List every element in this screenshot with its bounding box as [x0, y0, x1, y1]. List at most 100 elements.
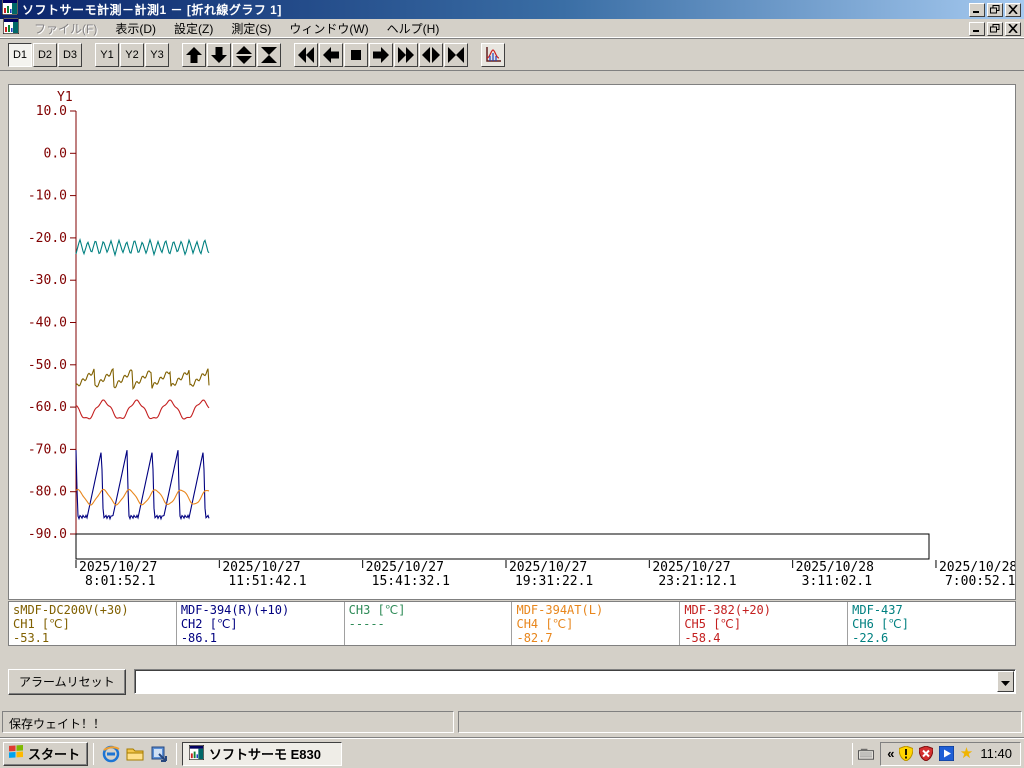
close-button[interactable]: [1005, 3, 1021, 17]
taskbar-app-label: ソフトサーモ E830: [209, 744, 321, 763]
x-tick-time: 19:31:22.1: [515, 574, 593, 589]
x-tick-date: 2025/10/28: [796, 560, 874, 575]
start-button[interactable]: スタート: [3, 742, 88, 766]
toolbar-button-y2[interactable]: Y2: [120, 43, 144, 67]
toolbar-button-d2[interactable]: D2: [33, 43, 57, 67]
legend-ch1: sMDF-DC200V(+30)CH1 [℃]-53.1: [9, 602, 177, 645]
line-graph-panel: Y110.00.0-10.0-20.0-30.0-40.0-50.0-60.0-…: [8, 84, 1016, 600]
y-tick-label: -40.0: [28, 316, 67, 331]
channel-unit: CH4 [℃]: [516, 617, 675, 631]
favorites-star-icon[interactable]: ★: [958, 746, 974, 762]
toolbar-button-y1[interactable]: Y1: [95, 43, 119, 67]
channel-unit: CH2 [℃]: [181, 617, 340, 631]
app-icon: [2, 0, 18, 20]
application-window: ソフトサーモ計測－計測1 － [折れ線グラフ 1]: [0, 0, 1024, 768]
down-arrow-icon: [210, 46, 228, 64]
toolbar-button-d3[interactable]: D3: [58, 43, 82, 67]
app-icon: [189, 745, 204, 763]
y-tick-label: 0.0: [44, 146, 67, 161]
stop-button[interactable]: [344, 43, 368, 67]
channel-value: -----: [349, 617, 508, 631]
line-graph: Y110.00.0-10.0-20.0-30.0-40.0-50.0-60.0-…: [9, 85, 1015, 599]
x-tick-date: 2025/10/27: [652, 560, 730, 575]
document-chart-icon[interactable]: [3, 18, 19, 39]
collapse-horizontal-button[interactable]: [444, 43, 468, 67]
fast-forward-button[interactable]: [394, 43, 418, 67]
child-restore-button[interactable]: [987, 22, 1003, 36]
channel-unit: CH3 [℃]: [349, 603, 508, 617]
scroll-up-button[interactable]: [182, 43, 206, 67]
alarm-combobox[interactable]: [134, 669, 1016, 694]
up-arrow-icon: [185, 46, 203, 64]
keyboard-icon[interactable]: [858, 746, 874, 762]
x-tick-date: 2025/10/27: [79, 560, 157, 575]
sensor-name: sMDF-DC200V(+30): [13, 603, 172, 617]
channel-value: -58.4: [684, 631, 843, 645]
ie-icon[interactable]: [101, 744, 121, 764]
outlook-icon[interactable]: [149, 744, 169, 764]
graph-settings-button[interactable]: [481, 43, 505, 67]
y-tick-label: -10.0: [28, 189, 67, 204]
taskbar-separator: [176, 743, 177, 765]
channel-value: -82.7: [516, 631, 675, 645]
left-arrow-icon: [322, 46, 340, 64]
taskbar-clock: 11:40: [978, 746, 1014, 761]
media-player-icon[interactable]: [938, 746, 954, 762]
status-bar: 保存ウェイト！！: [2, 711, 1022, 735]
start-button-label: スタート: [28, 744, 80, 763]
y-axis-label: Y1: [57, 90, 73, 105]
expand-vertical-button[interactable]: [232, 43, 256, 67]
alarm-reset-button[interactable]: アラームリセット: [8, 669, 126, 695]
folder-icon[interactable]: [125, 744, 145, 764]
graph-workspace: Y110.00.0-10.0-20.0-30.0-40.0-50.0-60.0-…: [0, 71, 1024, 738]
collapse-vertical-button[interactable]: [257, 43, 281, 67]
child-close-button[interactable]: [1005, 22, 1021, 36]
taskbar-app-button[interactable]: ソフトサーモ E830: [182, 742, 342, 766]
taskbar-separator: [93, 743, 94, 765]
series-ch2: [76, 450, 209, 519]
fast-rewind-button[interactable]: [294, 43, 318, 67]
window-title: ソフトサーモ計測－計測1 － [折れ線グラフ 1]: [22, 1, 969, 18]
toolbar-button-y3[interactable]: Y3: [145, 43, 169, 67]
menu-item-ヘルプ[interactable]: ヘルプ(H): [378, 18, 449, 39]
menu-item-設定[interactable]: 設定(Z): [165, 18, 222, 39]
child-minimize-button[interactable]: [969, 22, 985, 36]
minimize-button[interactable]: [969, 3, 985, 17]
step-right-button[interactable]: [369, 43, 393, 67]
channel-unit: CH1 [℃]: [13, 617, 172, 631]
collapse-vertical-icon: [260, 46, 278, 64]
x-tick-time: 15:41:32.1: [372, 574, 450, 589]
x-tick-date: 2025/10/27: [509, 560, 587, 575]
y-tick-label: -80.0: [28, 485, 67, 500]
legend-ch3: CH3 [℃]-----: [345, 602, 513, 645]
x-tick-date: 2025/10/27: [366, 560, 444, 575]
expand-horizontal-icon: [422, 46, 440, 64]
scroll-down-button[interactable]: [207, 43, 231, 67]
antivirus-icon[interactable]: [918, 746, 934, 762]
step-left-button[interactable]: [319, 43, 343, 67]
y-tick-label: -90.0: [28, 527, 67, 542]
status-message: 保存ウェイト！！: [2, 711, 454, 733]
menu-item-表示[interactable]: 表示(D): [106, 18, 165, 39]
combobox-dropdown-button[interactable]: [997, 671, 1014, 692]
sensor-name: MDF-394AT(L): [516, 603, 675, 617]
chevron-down-icon: [1001, 673, 1010, 691]
stop-square-icon: [347, 46, 365, 64]
x-tick-time: 3:11:02.1: [802, 574, 872, 589]
double-left-icon: [297, 46, 315, 64]
menu-item-ファイル: ファイル(F): [25, 18, 106, 39]
collapse-chevron[interactable]: «: [887, 746, 894, 761]
menu-item-測定[interactable]: 測定(S): [222, 18, 280, 39]
toolbar-button-d1[interactable]: D1: [8, 43, 32, 67]
legend-ch4: MDF-394AT(L)CH4 [℃]-82.7: [512, 602, 680, 645]
y-tick-label: -30.0: [28, 273, 67, 288]
menu-item-ウィンドウ[interactable]: ウィンドウ(W): [280, 18, 377, 39]
tray-panel: «: [880, 742, 1021, 766]
sensor-name: MDF-437: [852, 603, 1011, 617]
security-alert-icon[interactable]: [898, 746, 914, 762]
restore-button[interactable]: [987, 3, 1003, 17]
channel-unit: CH6 [℃]: [852, 617, 1011, 631]
scroll-range-box: [76, 534, 929, 559]
expand-horizontal-button[interactable]: [419, 43, 443, 67]
y-tick-label: -60.0: [28, 400, 67, 415]
